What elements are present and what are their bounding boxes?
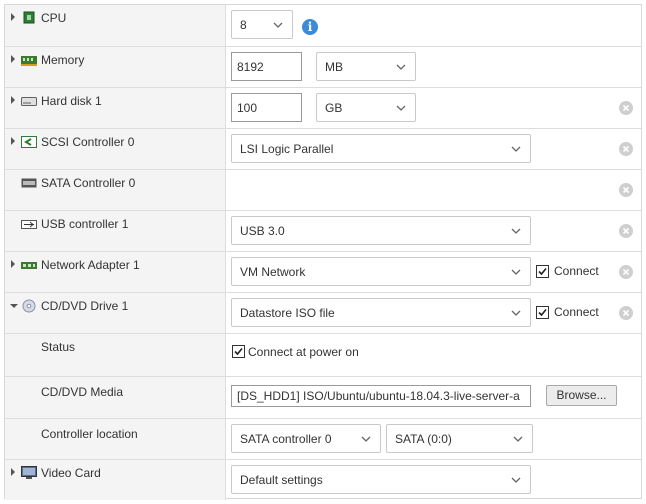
memory-size-input[interactable]: 8192 xyxy=(231,52,302,81)
chevron-down-icon xyxy=(511,146,521,152)
remove-circle-icon xyxy=(622,227,630,235)
network-adapter-icon xyxy=(21,262,37,269)
row-label: Network Adapter 1 xyxy=(41,258,140,272)
controller-port-select[interactable]: SATA (0:0) xyxy=(386,424,533,453)
monitor-icon xyxy=(21,466,37,479)
remove-circle-icon xyxy=(622,186,630,194)
row-label: SCSI Controller 0 xyxy=(41,135,135,149)
remove-device-button[interactable] xyxy=(619,142,633,156)
row-cpu: CPU 8 i xyxy=(5,5,641,46)
sata-controller-icon xyxy=(21,178,37,188)
remove-device-button[interactable] xyxy=(619,183,633,197)
chevron-down-icon xyxy=(513,436,523,442)
cd-dvd-connect-label: Connect xyxy=(554,305,599,319)
disk-unit-select[interactable]: GB xyxy=(316,93,416,122)
usb-type-select[interactable]: USB 3.0 xyxy=(231,216,531,245)
remove-device-button[interactable] xyxy=(619,101,633,115)
row-label: Memory xyxy=(41,53,85,67)
expand-caret[interactable] xyxy=(11,13,15,21)
remove-circle-icon xyxy=(622,145,630,153)
chevron-down-icon xyxy=(511,310,521,316)
row-label: Video Card xyxy=(41,466,101,480)
expand-caret[interactable] xyxy=(11,96,15,104)
chevron-down-icon xyxy=(396,64,406,70)
video-settings-select[interactable]: Default settings xyxy=(231,465,531,494)
row-memory: Memory 8192 MB xyxy=(5,46,641,87)
row-label: Status xyxy=(41,340,76,354)
network-select[interactable]: VM Network xyxy=(231,257,531,286)
cd-dvd-source-select[interactable]: Datastore ISO file xyxy=(231,298,531,327)
row-cd-dvd-media: CD/DVD Media [DS_HDD1] ISO/Ubuntu/ubuntu… xyxy=(5,376,641,418)
collapse-caret[interactable] xyxy=(10,304,18,308)
expand-caret[interactable] xyxy=(11,468,15,476)
row-usb-controller: USB controller 1 USB 3.0 xyxy=(5,210,641,251)
checkmark-icon xyxy=(538,308,547,317)
checkmark-icon xyxy=(538,267,547,276)
chevron-down-icon xyxy=(361,436,371,442)
info-icon[interactable]: i xyxy=(302,19,318,35)
row-sata-controller: SATA Controller 0 xyxy=(5,169,641,210)
vm-hardware-settings-grid: CPU 8 i Memory 8192 MB Hard disk 1 100 G… xyxy=(4,4,642,500)
chevron-down-icon xyxy=(511,477,521,483)
hard-disk-icon xyxy=(21,97,37,106)
chevron-down-icon xyxy=(396,105,406,111)
chevron-down-icon xyxy=(273,22,283,28)
row-network-adapter: Network Adapter 1 VM Network Connect xyxy=(5,251,641,292)
row-scsi-controller: SCSI Controller 0 LSI Logic Parallel xyxy=(5,128,641,169)
row-controller-location: Controller location SATA controller 0 SA… xyxy=(5,418,641,459)
scsi-controller-icon xyxy=(21,136,37,148)
disk-size-input[interactable]: 100 xyxy=(231,93,302,122)
network-connect-label: Connect xyxy=(554,264,599,278)
connect-at-power-on-label: Connect at power on xyxy=(248,345,359,359)
connect-at-power-on-checkbox[interactable] xyxy=(232,345,245,358)
row-label: CD/DVD Media xyxy=(41,385,124,399)
row-label: USB controller 1 xyxy=(41,217,129,231)
expand-caret[interactable] xyxy=(11,137,15,145)
row-label: Hard disk 1 xyxy=(41,94,102,108)
row-cd-dvd-drive: CD/DVD Drive 1 Datastore ISO file Connec… xyxy=(5,292,641,333)
row-label: Controller location xyxy=(41,427,138,441)
row-label: CD/DVD Drive 1 xyxy=(41,299,129,313)
remove-circle-icon xyxy=(622,309,630,317)
remove-device-button[interactable] xyxy=(619,306,633,320)
chevron-down-icon xyxy=(511,269,521,275)
row-video-card: Video Card Default settings xyxy=(5,459,641,500)
cd-dvd-icon xyxy=(22,299,36,313)
memory-module-icon xyxy=(21,56,37,66)
usb-icon xyxy=(21,220,37,229)
cpu-count-select[interactable]: 8 xyxy=(231,10,293,39)
browse-button[interactable]: Browse... xyxy=(546,385,617,406)
remove-device-button[interactable] xyxy=(619,224,633,238)
row-status: Status Connect at power on xyxy=(5,333,641,376)
checkmark-icon xyxy=(234,347,243,356)
memory-unit-select[interactable]: MB xyxy=(316,52,416,81)
remove-circle-icon xyxy=(622,104,630,112)
cpu-chip-icon xyxy=(23,11,35,24)
expand-caret[interactable] xyxy=(11,260,15,268)
row-label: SATA Controller 0 xyxy=(41,176,136,190)
row-label: CPU xyxy=(41,11,67,25)
controller-select[interactable]: SATA controller 0 xyxy=(231,424,381,453)
scsi-type-select[interactable]: LSI Logic Parallel xyxy=(231,134,531,163)
iso-path-input[interactable]: [DS_HDD1] ISO/Ubuntu/ubuntu-18.04.3-live… xyxy=(231,385,531,407)
network-connect-checkbox[interactable] xyxy=(536,265,549,278)
cd-dvd-connect-checkbox[interactable] xyxy=(536,306,549,319)
expand-caret[interactable] xyxy=(11,55,15,63)
remove-device-button[interactable] xyxy=(619,265,633,279)
chevron-down-icon xyxy=(511,228,521,234)
row-hard-disk: Hard disk 1 100 GB xyxy=(5,87,641,128)
remove-circle-icon xyxy=(622,268,630,276)
